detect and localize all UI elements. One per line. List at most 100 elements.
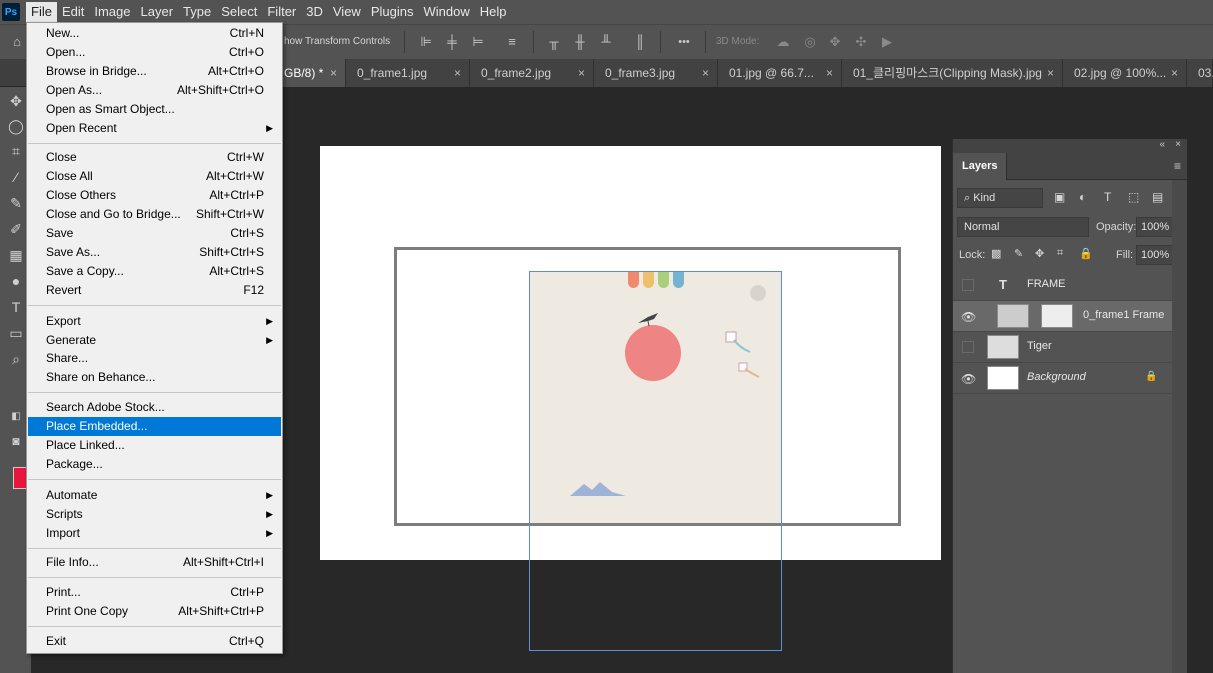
menu-type[interactable]: Type xyxy=(178,2,216,22)
tab-03[interactable]: 03. xyxy=(1187,59,1213,87)
distribute-icon[interactable]: ≡ xyxy=(503,33,521,51)
tab-01-clipping-mask[interactable]: 01_클리핑마스크(Clipping Mask).jpg × xyxy=(842,59,1063,87)
visibility-toggle[interactable] xyxy=(962,341,974,353)
panel-menu-icon[interactable]: ≡ xyxy=(1174,159,1181,173)
menu-item-save[interactable]: Save Ctrl+S xyxy=(28,224,281,243)
menu-item-open-as[interactable]: Open As... Alt+Shift+Ctrl+O xyxy=(28,81,281,100)
close-icon[interactable]: × xyxy=(454,59,461,87)
align-right-icon[interactable]: ⊨ xyxy=(469,33,487,51)
lock-position-icon[interactable]: ✥ xyxy=(1035,247,1044,260)
align-bottom-icon[interactable]: ╨ xyxy=(597,33,615,51)
lock-transparent-icon[interactable]: ▩ xyxy=(991,247,1001,260)
type-tool-icon[interactable]: T xyxy=(5,297,27,317)
menu-item-print-one-copy[interactable]: Print One Copy Alt+Shift+Ctrl+P xyxy=(28,602,281,621)
zoom-tool-icon[interactable]: ⌕ xyxy=(5,349,27,369)
rectangle-tool-icon[interactable]: ▭ xyxy=(5,323,27,343)
menu-3d[interactable]: 3D xyxy=(301,2,328,22)
brush-tool-icon[interactable]: ✎ xyxy=(5,193,27,213)
quick-mask-icon[interactable]: ◙ xyxy=(5,431,27,451)
tab-01[interactable]: 01.jpg @ 66.7... × xyxy=(718,59,842,87)
tab-02[interactable]: 02.jpg @ 100%... × xyxy=(1063,59,1187,87)
panel-scrollbar[interactable] xyxy=(1172,180,1187,673)
menu-view[interactable]: View xyxy=(328,2,366,22)
sponge-tool-icon[interactable]: ● xyxy=(5,271,27,291)
menu-help[interactable]: Help xyxy=(475,2,512,22)
tab-0-frame2[interactable]: 0_frame2.jpg × xyxy=(470,59,594,87)
menu-item-scripts[interactable]: Scripts ▶ xyxy=(28,505,281,524)
eye-icon[interactable]: 👁 xyxy=(961,372,976,386)
default-colors-icon[interactable]: ◧ xyxy=(5,407,27,427)
menu-file[interactable]: File xyxy=(26,2,57,22)
show-transform-controls-label[interactable]: how Transform Controls xyxy=(284,36,390,47)
menu-item-save-a-copy[interactable]: Save a Copy... Alt+Ctrl+S xyxy=(28,262,281,281)
eye-icon[interactable]: 👁 xyxy=(961,310,976,324)
menu-item-close-and-go-to-bridge[interactable]: Close and Go to Bridge... Shift+Ctrl+W xyxy=(28,205,281,224)
menu-item-generate[interactable]: Generate ▶ xyxy=(28,331,281,350)
menu-item-close-all[interactable]: Close All Alt+Ctrl+W xyxy=(28,167,281,186)
menu-item-open-recent[interactable]: Open Recent ▶ xyxy=(28,119,281,138)
align-center-icon[interactable]: ╪ xyxy=(443,33,461,51)
visibility-toggle[interactable] xyxy=(962,279,974,291)
more-options-icon[interactable]: ••• xyxy=(672,33,696,51)
align-top-icon[interactable]: ╥ xyxy=(545,33,563,51)
menu-plugins[interactable]: Plugins xyxy=(366,2,419,22)
lasso-tool-icon[interactable]: ◯ xyxy=(5,116,27,136)
menu-layer[interactable]: Layer xyxy=(136,2,179,22)
menu-item-file-info[interactable]: File Info... Alt+Shift+Ctrl+I xyxy=(28,553,281,572)
gradient-tool-icon[interactable]: ▦ xyxy=(5,245,27,265)
distribute-vertical-icon[interactable]: ║ xyxy=(631,33,649,51)
filter-type-icon[interactable]: T xyxy=(1104,190,1111,204)
menu-item-automate[interactable]: Automate ▶ xyxy=(28,486,281,505)
menu-item-place-embedded[interactable]: Place Embedded... xyxy=(28,417,281,436)
menu-item-place-linked[interactable]: Place Linked... xyxy=(28,436,281,455)
menu-item-package[interactable]: Package... xyxy=(28,455,281,474)
layer-row-background[interactable]: 👁 Background 🔒 xyxy=(953,363,1172,394)
crop-tool-icon[interactable]: ⌗ xyxy=(5,141,27,161)
tab-0-frame3[interactable]: 0_frame3.jpg × xyxy=(594,59,718,87)
close-icon[interactable]: × xyxy=(826,59,833,87)
menu-item-share-on-behance[interactable]: Share on Behance... xyxy=(28,368,281,387)
menu-item-new[interactable]: New... Ctrl+N xyxy=(28,24,281,43)
close-icon[interactable]: × xyxy=(1047,59,1054,87)
collapse-panel-icon[interactable]: « xyxy=(1159,139,1165,150)
close-panel-icon[interactable]: × xyxy=(1175,139,1181,150)
menu-item-print[interactable]: Print... Ctrl+P xyxy=(28,583,281,602)
close-icon[interactable]: × xyxy=(330,59,337,87)
home-icon[interactable]: ⌂ xyxy=(8,33,26,51)
menu-item-exit[interactable]: Exit Ctrl+Q xyxy=(28,632,281,651)
blend-mode-select[interactable]: Normal xyxy=(957,217,1089,237)
layer-row-tiger[interactable]: Tiger xyxy=(953,332,1172,363)
tab-current-document[interactable]: GB/8) * × xyxy=(272,59,346,87)
align-left-icon[interactable]: ⊫ xyxy=(417,33,435,51)
filter-shape-icon[interactable]: ⬚ xyxy=(1128,190,1139,204)
menu-item-revert[interactable]: Revert F12 xyxy=(28,281,281,300)
menu-window[interactable]: Window xyxy=(418,2,474,22)
lock-all-icon[interactable]: 🔒 xyxy=(1079,247,1093,260)
menu-item-close[interactable]: Close Ctrl+W xyxy=(28,148,281,167)
lock-pixels-icon[interactable]: ✎ xyxy=(1014,247,1023,260)
close-icon[interactable]: × xyxy=(1171,59,1178,87)
close-icon[interactable]: × xyxy=(578,59,585,87)
menu-edit[interactable]: Edit xyxy=(57,2,89,22)
foreground-color-swatch[interactable] xyxy=(13,467,27,489)
filter-smart-object-icon[interactable]: ▤ xyxy=(1152,190,1163,204)
layer-row-frame1[interactable]: 👁 0_frame1 Frame xyxy=(953,301,1172,332)
filter-kind-select[interactable]: ⌕ Kind xyxy=(957,188,1043,208)
menu-item-open[interactable]: Open... Ctrl+O xyxy=(28,43,281,62)
menu-image[interactable]: Image xyxy=(89,2,135,22)
menu-select[interactable]: Select xyxy=(216,2,262,22)
menu-item-save-as[interactable]: Save As... Shift+Ctrl+S xyxy=(28,243,281,262)
filter-adjustment-icon[interactable]: ◐ xyxy=(1079,190,1086,204)
close-icon[interactable]: × xyxy=(702,59,709,87)
move-tool-icon[interactable]: ✥ xyxy=(5,91,27,111)
menu-item-share[interactable]: Share... xyxy=(28,349,281,368)
menu-item-close-others[interactable]: Close Others Alt+Ctrl+P xyxy=(28,186,281,205)
eyedropper-tool-icon[interactable]: ⁄ xyxy=(5,167,27,187)
placed-image-bounds[interactable] xyxy=(529,271,782,651)
layer-row-frame[interactable]: T FRAME xyxy=(953,270,1172,301)
align-middle-icon[interactable]: ╫ xyxy=(571,33,589,51)
tab-0-frame1[interactable]: 0_frame1.jpg × xyxy=(346,59,470,87)
menu-item-export[interactable]: Export ▶ xyxy=(28,312,281,331)
filter-pixel-icon[interactable]: ▣ xyxy=(1054,190,1065,204)
menu-item-open-as-smart-object[interactable]: Open as Smart Object... xyxy=(28,100,281,119)
